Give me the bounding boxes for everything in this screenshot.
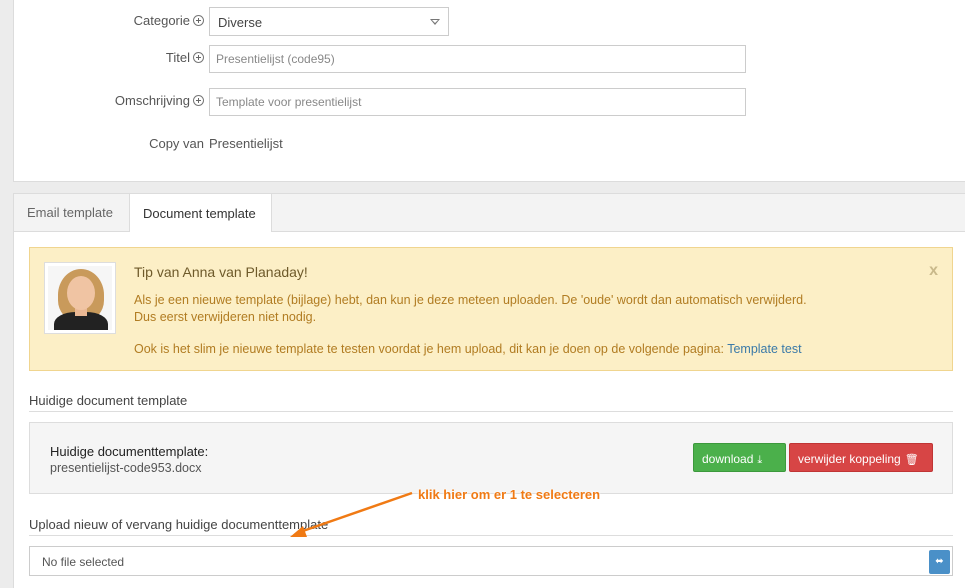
annotation-text: klik hier om er 1 te selecteren <box>418 487 601 502</box>
